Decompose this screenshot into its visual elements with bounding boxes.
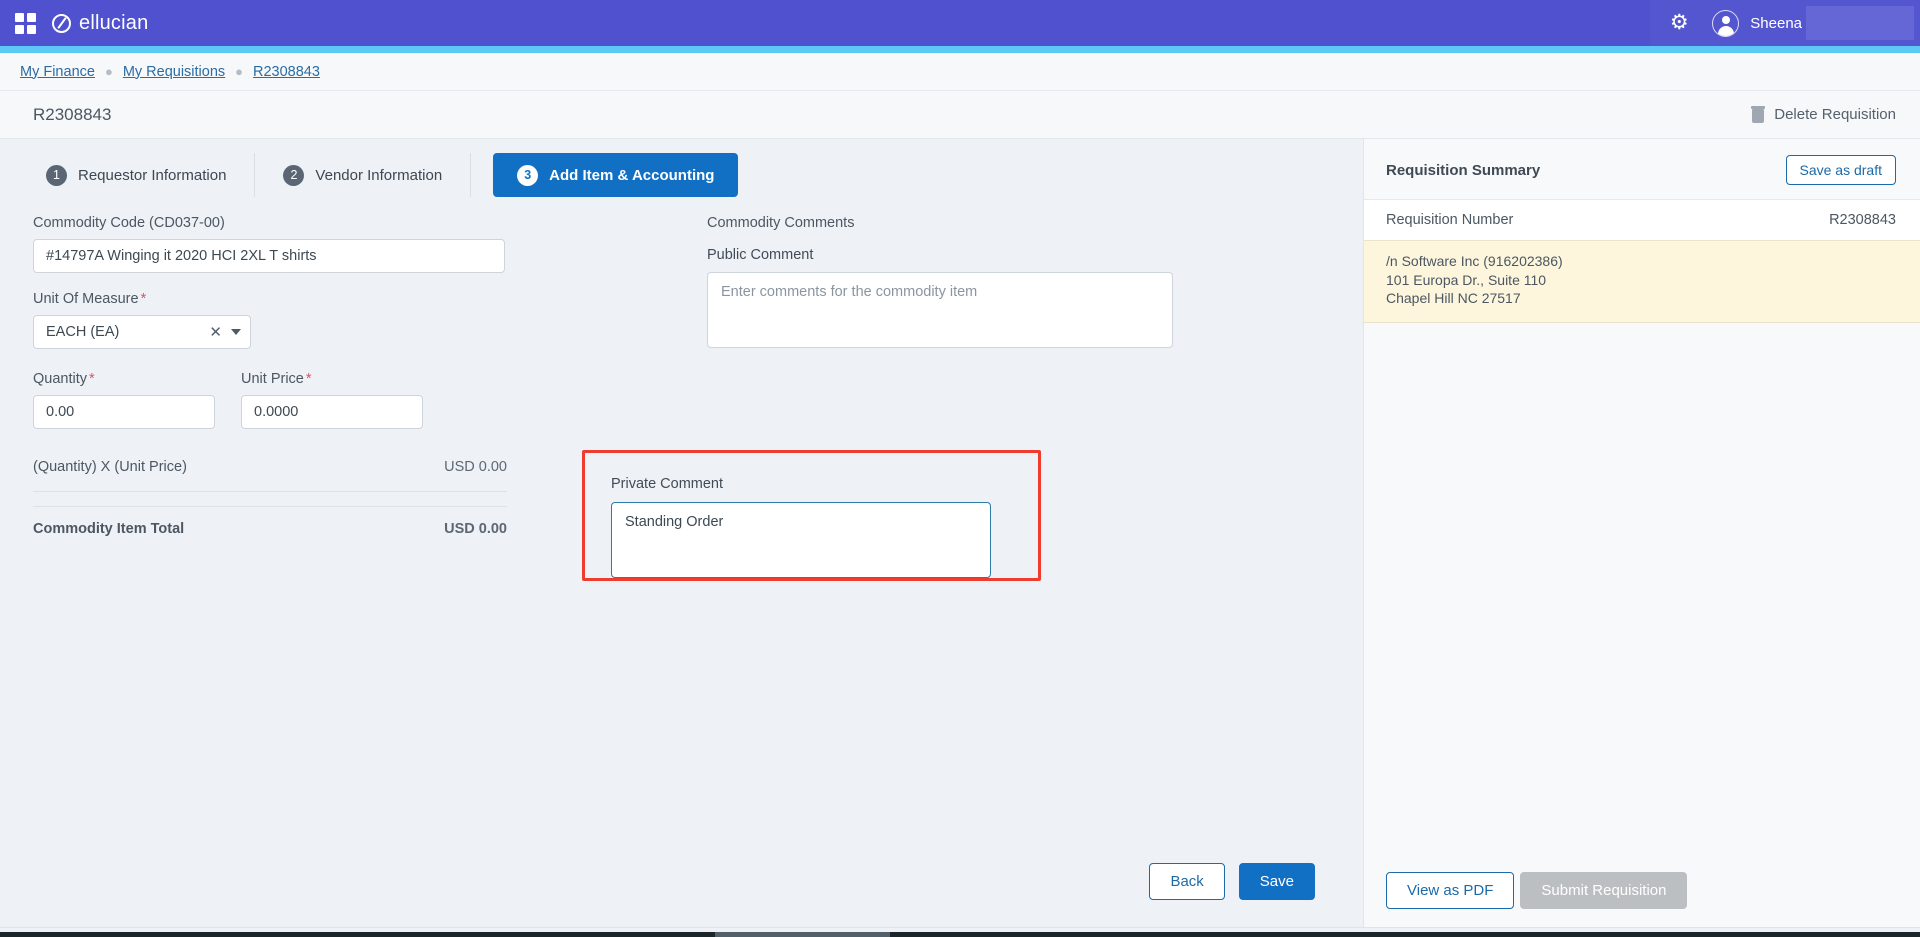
unit-of-measure-value: EACH (EA): [46, 324, 120, 340]
gear-icon[interactable]: ⚙: [1668, 12, 1690, 34]
vendor-summary-block: /n Software Inc (916202386) 101 Europa D…: [1364, 241, 1920, 323]
right-footer: View as PDF Submit Requisition: [1364, 845, 1920, 927]
brand-name: ellucian: [79, 11, 149, 34]
requisition-number-row: Requisition Number R2308843: [1364, 200, 1920, 241]
grid-cell: [26, 24, 36, 34]
commodity-code-input[interactable]: [33, 239, 505, 273]
left-footer: Back Save: [0, 845, 1363, 927]
unit-of-measure-label: Unit Of Measure *: [33, 291, 600, 307]
quantity-price-row: Quantity* Unit Price*: [33, 371, 600, 429]
apps-grid-icon[interactable]: [12, 10, 38, 36]
requisition-number-value: R2308843: [1829, 212, 1896, 228]
vendor-street: 101 Europa Dr., Suite 110: [1386, 271, 1547, 288]
save-button[interactable]: Save: [1238, 863, 1315, 900]
required-indicator: *: [140, 291, 147, 307]
accent-strip: [0, 46, 1920, 53]
scrollbar-track[interactable]: [0, 932, 1920, 937]
form-action-buttons: Back Save: [1149, 863, 1315, 900]
public-comment-label: Public Comment: [707, 247, 814, 263]
divider: [33, 506, 507, 507]
breadcrumb-item-my-requisitions[interactable]: My Requisitions: [123, 64, 225, 80]
breadcrumb-separator: ●: [104, 64, 113, 79]
view-as-pdf-button[interactable]: View as PDF: [1386, 872, 1515, 909]
calculated-price-label: (Quantity) X (Unit Price): [33, 459, 187, 475]
breadcrumb-item-my-finance[interactable]: My Finance: [20, 64, 95, 80]
grid-cell: [14, 12, 24, 22]
grid-cell: [26, 12, 36, 22]
vendor-name: /n Software Inc (916202386): [1386, 253, 1563, 269]
step-number: 1: [46, 164, 67, 186]
chevron-down-icon[interactable]: [231, 329, 241, 335]
step-number: 2: [283, 164, 305, 186]
summary-action-buttons: View as PDF Submit Requisition: [1386, 872, 1688, 909]
step-tabs: 1 Requestor Information 2 Vendor Informa…: [0, 153, 1363, 197]
tab-vendor-information[interactable]: 2 Vendor Information: [255, 153, 472, 197]
save-as-draft-button[interactable]: Save as draft: [1785, 155, 1896, 185]
tab-label: Requestor Information: [78, 166, 227, 184]
commodity-code-label: Commodity Code (CD037-00): [33, 215, 225, 231]
left-pane: 1 Requestor Information 2 Vendor Informa…: [0, 139, 1363, 927]
main-content: 1 Requestor Information 2 Vendor Informa…: [0, 139, 1920, 927]
tab-requestor-information[interactable]: 1 Requestor Information: [18, 153, 256, 197]
tab-label: Add Item & Accounting: [549, 166, 715, 184]
breadcrumb-separator: ●: [235, 64, 244, 79]
tab-add-item-accounting[interactable]: 3 Add Item & Accounting: [493, 153, 739, 197]
topbar-right-cluster: ⚙ Sheena: [1650, 0, 1920, 46]
tab-label: Vendor Information: [315, 166, 443, 184]
ellucian-logo-icon: [52, 13, 71, 33]
trash-icon: [1751, 106, 1766, 123]
quantity-label-text: Quantity: [33, 371, 87, 387]
back-button[interactable]: Back: [1149, 863, 1225, 900]
divider: [33, 491, 507, 492]
calculated-price-amount: USD 0.00: [444, 459, 507, 475]
user-name-label: Sheena: [1750, 14, 1802, 32]
unit-of-measure-label-text: Unit Of Measure: [33, 291, 139, 307]
summary-title: Requisition Summary: [1386, 161, 1541, 179]
page-title-bar: R2308843 Delete Requisition: [0, 91, 1920, 139]
requisition-summary-panel: Requisition Summary Save as draft Requis…: [1363, 139, 1920, 927]
quantity-input[interactable]: [33, 395, 215, 429]
grid-cell: [14, 24, 24, 34]
brand-logo[interactable]: ellucian: [52, 12, 148, 35]
private-comment-group: Private Comment: [611, 476, 991, 578]
delete-requisition-label: Delete Requisition: [1774, 106, 1896, 123]
private-comment-label: Private Comment: [611, 476, 724, 492]
unit-of-measure-select[interactable]: EACH (EA) ✕: [33, 315, 251, 349]
unit-price-label: Unit Price *: [241, 371, 423, 387]
commodity-item-total-row: Commodity Item Total USD 0.00: [33, 521, 507, 537]
quantity-label: Quantity *: [33, 371, 215, 387]
quantity-group: Quantity *: [33, 371, 215, 429]
public-comment-textarea[interactable]: [707, 272, 1173, 348]
requisition-number-label: Requisition Number: [1386, 212, 1514, 228]
clear-x-icon[interactable]: ✕: [209, 323, 222, 341]
commodity-item-total-amount: USD 0.00: [444, 521, 507, 537]
delete-requisition-button[interactable]: Delete Requisition: [1751, 106, 1896, 123]
private-comment-textarea[interactable]: [611, 502, 991, 578]
required-indicator: *: [89, 371, 95, 387]
required-indicator: *: [305, 371, 312, 387]
commodity-item-total-label: Commodity Item Total: [33, 521, 185, 537]
top-navigation-bar: ellucian ⚙ Sheena: [0, 0, 1920, 46]
breadcrumb-item-requisition[interactable]: R2308843: [253, 64, 320, 80]
unit-price-label-text: Unit Price: [241, 371, 304, 387]
calculated-extended-price-row: (Quantity) X (Unit Price) USD 0.00: [33, 459, 507, 475]
unit-price-group: Unit Price *: [241, 371, 423, 429]
vendor-city-state-zip: Chapel Hill NC 27517: [1386, 290, 1521, 307]
summary-header: Requisition Summary Save as draft: [1364, 139, 1920, 200]
commodity-form: Commodity Code (CD037-00) Unit Of Measur…: [0, 197, 600, 537]
breadcrumb: My Finance ● My Requisitions ● R2308843: [0, 53, 1920, 91]
commodity-comments-heading: Commodity Comments: [707, 215, 855, 231]
unit-price-input[interactable]: [241, 395, 423, 429]
scrollbar-thumb[interactable]: [715, 932, 890, 937]
horizontal-scrollbar[interactable]: [0, 927, 1920, 937]
redacted-user-detail: [1806, 6, 1914, 40]
user-avatar-icon[interactable]: [1712, 9, 1740, 37]
submit-requisition-button: Submit Requisition: [1520, 872, 1688, 909]
step-number: 3: [517, 164, 539, 186]
page-title: R2308843: [33, 104, 112, 124]
